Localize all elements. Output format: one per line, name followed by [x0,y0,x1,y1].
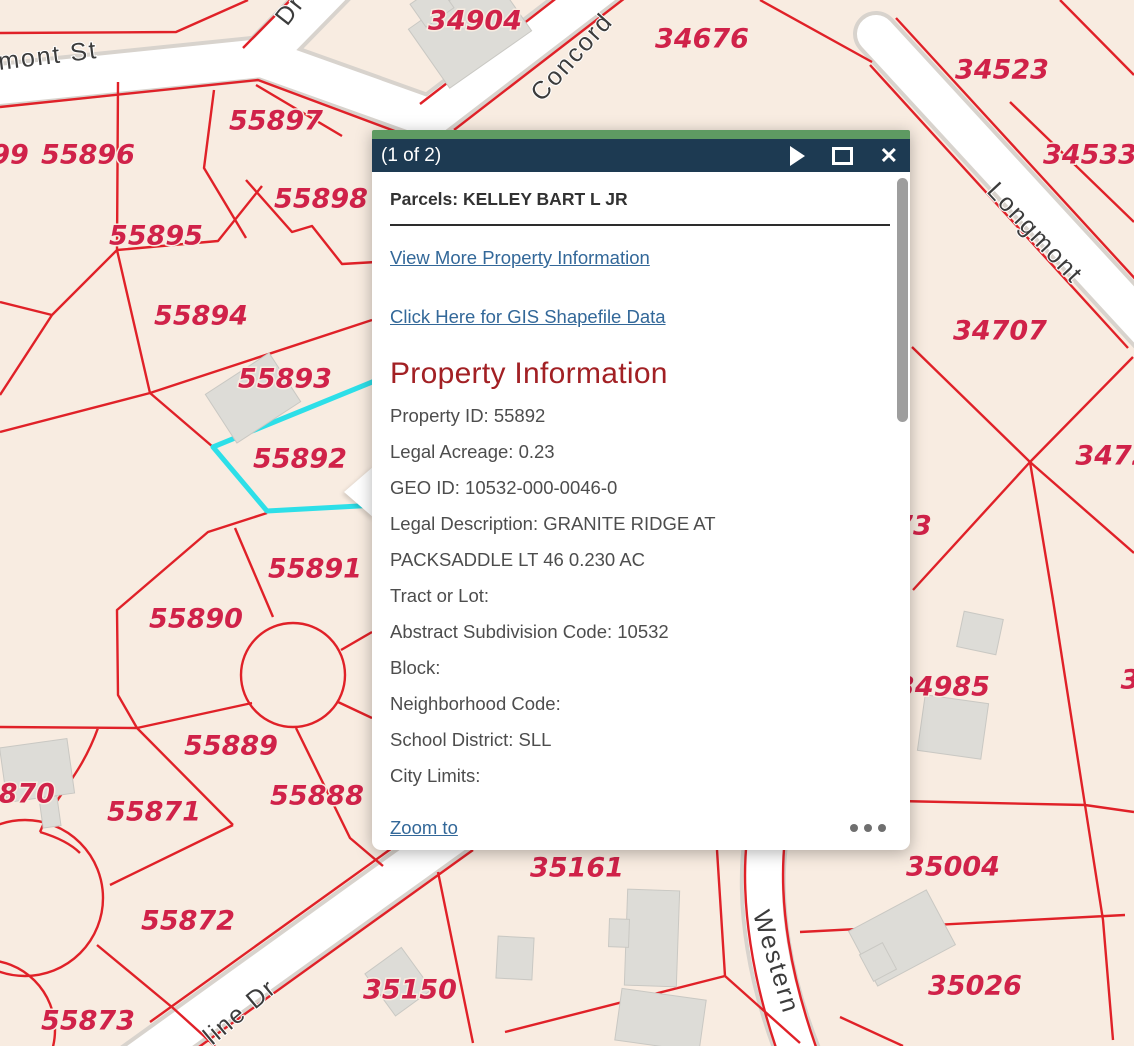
ellipsis-icon [850,824,858,832]
popup-scrollbar-thumb[interactable] [897,178,908,422]
popup-accent-strip [372,130,910,139]
parcel-label-55897: 55897 [229,106,323,137]
popup-header: (1 of 2) ✕ [372,139,910,172]
popup-divider [390,224,890,226]
property-field: Block: [390,650,820,686]
parcel-label-34707: 34707 [953,316,1047,347]
property-field: School District: SLL [390,722,820,758]
more-options-button[interactable] [848,820,888,836]
popup-footer: Zoom to [390,817,888,839]
property-field: Abstract Subdivision Code: 10532 [390,614,820,650]
parcel-label-35150: 35150 [363,975,457,1006]
map-stage: mont StDrConcordLongmontWesternline Dr 3… [0,0,1134,1046]
property-field: City Limits: [390,758,820,794]
parcel-label-55892: 55892 [253,444,347,475]
parcel-label-55871: 55871 [107,797,201,828]
parcel-label-55898: 55898 [274,184,368,215]
property-field: Property ID: 55892 [390,398,820,434]
popup-body: Parcels: KELLEY BART L JR View More Prop… [372,172,910,850]
parcel-label-55894: 55894 [154,301,248,332]
property-information-heading: Property Information [390,357,890,391]
parcel-label-34533: 34533 [1043,140,1134,171]
maximize-icon[interactable] [832,147,853,165]
parcel-label-55895: 55895 [109,221,203,252]
view-more-property-link[interactable]: View More Property Information [390,247,650,269]
parcel-label-55893: 55893 [238,364,332,395]
parcel-label-55890: 55890 [149,604,243,635]
parcel-label-35004: 35004 [906,852,1000,883]
property-field: Tract or Lot: [390,578,820,614]
property-field: Neighborhood Code: [390,686,820,722]
next-feature-icon[interactable] [790,146,805,166]
parcel-label-34523: 34523 [955,55,1049,86]
parcel-label-35026: 35026 [928,971,1022,1002]
parcel-label-55872: 55872 [141,906,235,937]
parcel-label-55873: 55873 [41,1006,135,1037]
popup-header-icons: ✕ [790,146,898,166]
parcel-label-34904: 34904 [428,6,522,37]
parcel-label-3: 3 [1121,665,1134,696]
parcel-label-3472: 3472 [1075,441,1134,472]
parcel-label-34676: 34676 [655,24,749,55]
parcel-label-35161: 35161 [530,853,624,884]
zoom-to-link[interactable]: Zoom to [390,817,458,839]
property-fields: Property ID: 55892Legal Acreage: 0.23GEO… [390,398,820,794]
popup-pointer [344,466,374,518]
parcel-label-55891: 55891 [268,554,362,585]
property-field: Legal Acreage: 0.23 [390,434,820,470]
popup-title: Parcels: KELLEY BART L JR [390,189,890,210]
property-field: Legal Description: GRANITE RIDGE AT PACK… [390,506,820,578]
parcel-label-55889: 55889 [184,731,278,762]
popup-pagination: (1 of 2) [381,145,790,167]
identify-popup: (1 of 2) ✕ Parcels: KELLEY BART L JR Vie… [372,130,910,850]
parcel-label-34985: 34985 [896,672,990,703]
close-icon[interactable]: ✕ [880,146,898,166]
property-field: GEO ID: 10532-000-0046-0 [390,470,820,506]
parcel-label-55888: 55888 [270,781,364,812]
parcel-label-55896: 55896 [41,140,135,171]
parcel-label-55870: 55870 [0,779,55,810]
parcel-label-99: 99 [0,140,29,171]
gis-shapefile-link[interactable]: Click Here for GIS Shapefile Data [390,306,666,328]
